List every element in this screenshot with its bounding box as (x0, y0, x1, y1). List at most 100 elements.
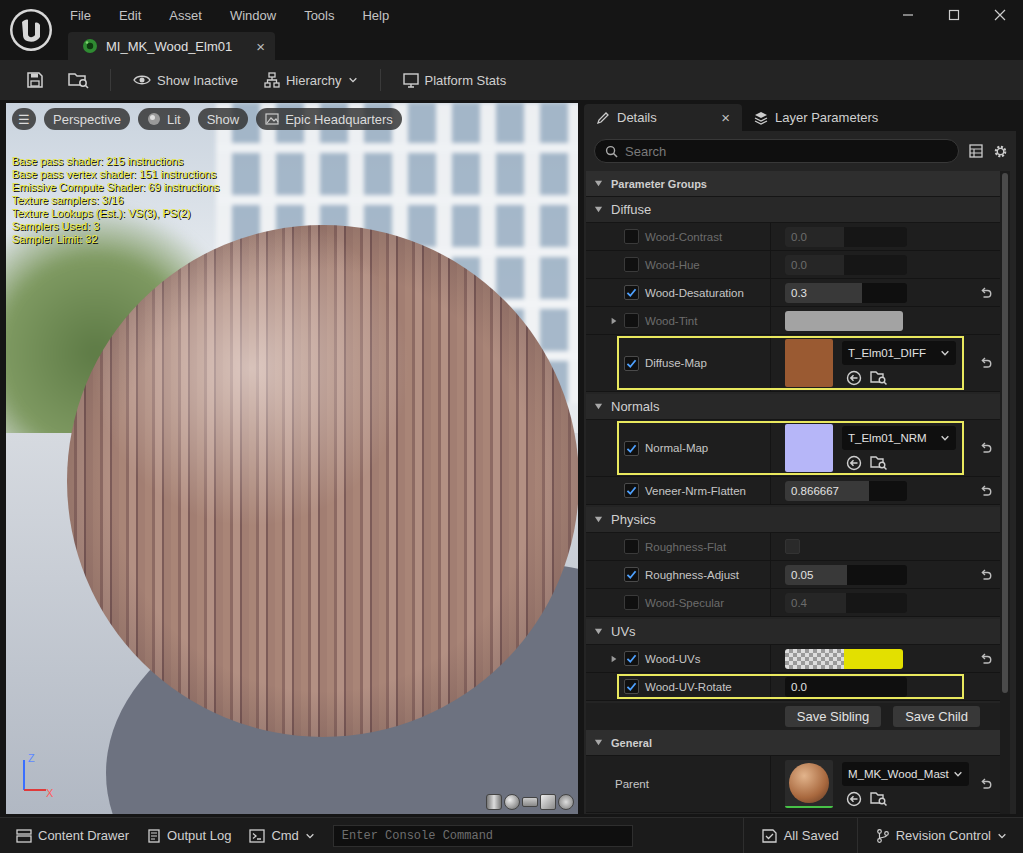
reset-to-default-icon[interactable] (979, 286, 993, 300)
scalar-field[interactable]: 0.05 (785, 565, 907, 585)
search-icon (605, 145, 618, 158)
reset-to-default-icon[interactable] (979, 568, 993, 582)
maximize-button[interactable] (931, 0, 977, 30)
override-checkbox[interactable] (624, 313, 639, 328)
general-header[interactable]: General (586, 730, 1000, 756)
save-button[interactable]: Save Sibling (785, 706, 881, 727)
browse-asset-icon[interactable] (870, 791, 888, 807)
override-checkbox[interactable] (624, 356, 639, 371)
override-checkbox[interactable] (624, 679, 639, 694)
browse-asset-icon[interactable] (870, 455, 888, 471)
menu-item[interactable]: File (62, 8, 101, 23)
table-view-icon[interactable] (969, 144, 983, 158)
folder-search-icon (68, 71, 90, 89)
override-checkbox[interactable] (624, 257, 639, 272)
expanded-arrow-icon (594, 627, 603, 636)
minimize-button[interactable] (885, 0, 931, 30)
collapsed-arrow-icon[interactable] (610, 317, 618, 325)
viewport-chip[interactable]: Perspective (44, 108, 130, 130)
preview-sphere[interactable] (67, 225, 578, 737)
menu-item[interactable]: Edit (111, 8, 151, 23)
search-field[interactable]: Search (594, 139, 959, 163)
parameter-groups-header[interactable]: Parameter Groups (586, 171, 1000, 197)
menu-item[interactable]: Help (354, 8, 399, 23)
use-selected-icon[interactable] (846, 370, 862, 386)
toolbar-button[interactable]: Show Inactive (123, 68, 248, 92)
reset-to-default-icon[interactable] (979, 356, 993, 370)
reset-to-default-icon[interactable] (979, 652, 993, 666)
mesh-preview-icon[interactable] (558, 794, 574, 810)
scrollbar[interactable] (1000, 171, 1010, 814)
status-bar-button[interactable]: All Saved (756, 826, 845, 845)
cube-preview-icon[interactable] (540, 794, 556, 810)
reset-to-default-icon[interactable] (979, 441, 993, 455)
group-header[interactable]: UVs (586, 619, 1000, 645)
toolbar-button[interactable]: Hierarchy (254, 68, 368, 92)
bool-checkbox[interactable] (785, 539, 800, 554)
document-tab[interactable]: MI_MK_Wood_Elm01× (68, 32, 275, 60)
scrollbar-thumb[interactable] (1002, 173, 1008, 693)
viewport-chip[interactable]: Show (198, 108, 249, 130)
close-window-button[interactable] (977, 0, 1023, 30)
scalar-field[interactable]: 0.0 (785, 227, 907, 247)
group-header[interactable]: Physics (586, 507, 1000, 533)
reset-to-default-icon[interactable] (979, 777, 993, 791)
toolbar-button[interactable]: Platform Stats (393, 68, 517, 92)
menu-item[interactable]: Tools (296, 8, 344, 23)
tab-close-button[interactable]: × (721, 109, 730, 126)
viewport-chip[interactable]: Epic Headquarters (256, 108, 402, 130)
browse-button[interactable] (60, 65, 98, 95)
viewport-menu-button[interactable]: ☰ (12, 108, 36, 130)
color-swatch[interactable] (785, 311, 903, 331)
group-header[interactable]: Diffuse (586, 197, 1000, 223)
scalar-field[interactable]: 0.0 (785, 255, 907, 275)
group-header[interactable]: Normals (586, 394, 1000, 420)
browse-asset-icon[interactable] (870, 370, 888, 386)
scalar-field[interactable]: 0.866667 (785, 481, 907, 501)
cylinder-preview-icon[interactable] (486, 794, 502, 810)
status-bar-button[interactable]: Revision Control (870, 826, 1013, 845)
menu-item[interactable]: Asset (161, 8, 212, 23)
status-bar-button[interactable]: Output Log (141, 826, 237, 845)
color-swatch[interactable] (785, 649, 903, 669)
use-selected-icon[interactable] (846, 791, 862, 807)
override-checkbox[interactable] (624, 285, 639, 300)
asset-dropdown[interactable]: T_Elm01_DIFF (842, 341, 956, 365)
parameter-row: Diffuse-MapT_Elm01_DIFF (586, 335, 1000, 392)
override-checkbox[interactable] (624, 483, 639, 498)
use-selected-icon[interactable] (846, 455, 862, 471)
override-checkbox[interactable] (624, 229, 639, 244)
override-checkbox[interactable] (624, 567, 639, 582)
asset-dropdown[interactable]: T_Elm01_NRM (842, 426, 956, 450)
check-icon (625, 568, 638, 581)
override-checkbox[interactable] (624, 539, 639, 554)
texture-thumbnail[interactable] (785, 339, 833, 387)
texture-thumbnail[interactable] (785, 424, 833, 472)
override-checkbox[interactable] (624, 441, 639, 456)
scalar-field[interactable]: 0.3 (785, 283, 907, 303)
viewport[interactable]: ☰PerspectiveLitShowEpic HeadquartersBase… (6, 103, 578, 814)
tab-close-button[interactable]: × (256, 38, 265, 55)
sphere-preview-icon[interactable] (504, 794, 520, 810)
save-button[interactable] (16, 65, 54, 95)
panel-tab[interactable]: Details× (584, 104, 742, 131)
asset-dropdown[interactable]: M_MK_Wood_Mast (842, 762, 969, 786)
override-checkbox[interactable] (624, 595, 639, 610)
console-input[interactable]: Enter Console Command (333, 825, 633, 847)
viewport-chip[interactable]: Lit (138, 108, 190, 130)
save-button[interactable]: Save Child (893, 706, 980, 727)
check-icon (625, 652, 638, 665)
unreal-logo-icon[interactable] (0, 0, 62, 60)
scalar-field[interactable]: 0.0 (785, 677, 907, 697)
override-checkbox[interactable] (624, 651, 639, 666)
parent-thumbnail[interactable] (785, 760, 833, 808)
collapsed-arrow-icon[interactable] (610, 655, 618, 663)
scalar-field[interactable]: 0.4 (785, 593, 907, 613)
status-bar-button[interactable]: Content Drawer (10, 826, 135, 845)
menu-item[interactable]: Window (222, 8, 286, 23)
settings-gear-icon[interactable] (993, 144, 1008, 159)
reset-to-default-icon[interactable] (979, 484, 993, 498)
status-bar-button[interactable]: Cmd (243, 826, 320, 845)
panel-tab[interactable]: Layer Parameters (742, 104, 890, 131)
plane-preview-icon[interactable] (522, 797, 538, 807)
